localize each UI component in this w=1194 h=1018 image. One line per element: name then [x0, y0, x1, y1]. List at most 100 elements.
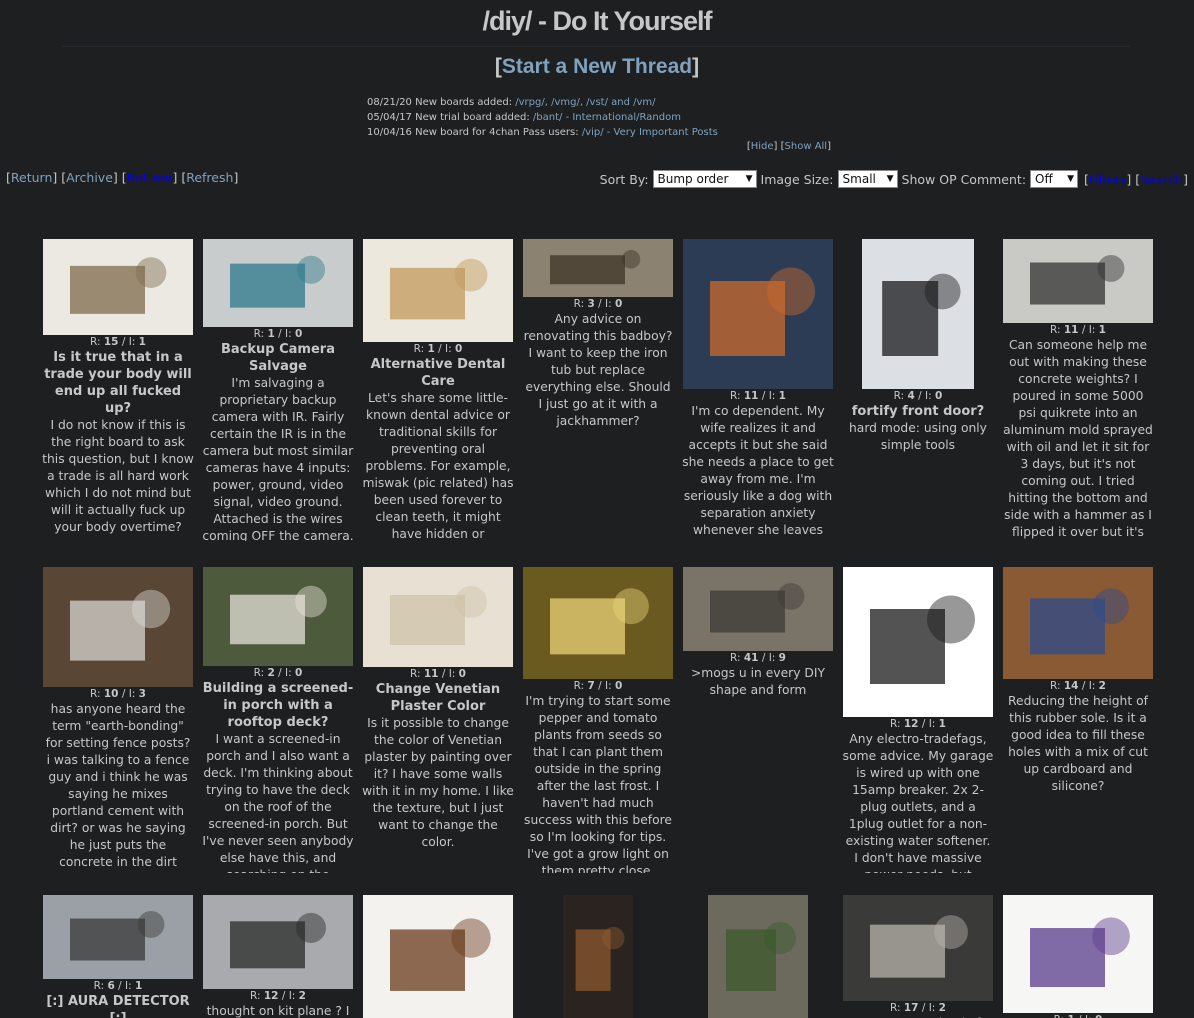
thread-stats: R: 4 / I: 0	[893, 390, 943, 402]
image-count: 2	[1098, 680, 1106, 692]
image-count: 0	[458, 668, 466, 680]
news-date: 08/21/20	[367, 97, 412, 108]
news-toggle: [Hide] [Show All]	[746, 141, 831, 152]
show-all-news-link[interactable]: Show All	[785, 141, 828, 152]
thread-thumbnail[interactable]	[203, 239, 353, 327]
thread-stats: R: 6 / I: 1	[93, 980, 143, 992]
thread-thumbnail[interactable]	[523, 239, 673, 297]
reply-count: 2	[267, 667, 275, 679]
thread-card[interactable]: R: 1 / I: 0 Alternative Dental Care Let's …	[362, 239, 514, 541]
new-thread-container: [Start a New Thread]	[0, 55, 1194, 79]
reply-count: 12	[263, 990, 279, 1002]
thread-card[interactable]	[682, 895, 834, 1018]
reply-count: 11	[1063, 324, 1079, 336]
image-count: 2	[298, 990, 306, 1002]
news-item: 08/21/20 New boards added: /vrpg/, /vmg/…	[367, 95, 837, 110]
thread-thumbnail[interactable]	[43, 567, 193, 687]
image-count: 1	[135, 980, 143, 992]
news-text: New boards added:	[415, 97, 516, 108]
thread-card[interactable]: R: 12 / I: 1 Any electro-tradefags, some …	[842, 567, 994, 873]
thread-teaser: Any advice on renovating this badboy? I …	[523, 312, 673, 428]
news-link[interactable]: /vip/ - Very Important Posts	[582, 127, 718, 138]
thread-stats: R: 11 / I: 0	[410, 668, 466, 680]
archive-link[interactable]: Archive	[66, 170, 113, 185]
reply-count: 6	[107, 980, 115, 992]
image-count: 0	[455, 343, 463, 355]
thread-stats: R: 15 / I: 1	[90, 336, 146, 348]
image-count: 2	[938, 1002, 946, 1014]
thread-card[interactable]: R: 11 / I: 1 I'm co dependent. My wife re…	[682, 239, 834, 541]
reply-count: 11	[423, 668, 439, 680]
thread-card[interactable]: R: 7 / I: 0 I'm trying to start some pepp…	[522, 567, 674, 873]
search-link[interactable]: Search	[1140, 172, 1183, 187]
thread-card[interactable]: R: 17 / I: 2I start as a mechanic for	[842, 895, 994, 1018]
start-new-thread-link[interactable]: Start a New Thread	[502, 55, 692, 78]
bottom-link[interactable]: Bottom	[127, 170, 173, 185]
bracket-open: [	[494, 55, 502, 78]
dropdown-arrow-icon: ▼	[745, 174, 753, 184]
thread-subject: Building a screened-in porch with a roof…	[202, 681, 354, 730]
filters-link[interactable]: Filters	[1089, 172, 1126, 187]
thread-thumbnail[interactable]	[1003, 567, 1153, 679]
thread-thumbnail[interactable]	[843, 895, 993, 1001]
catalog-controls: Sort By: Bump order ▼ Image Size: Small ▼ …	[599, 170, 1188, 188]
thread-thumbnail[interactable]	[862, 239, 974, 389]
dropdown-arrow-icon: ▼	[886, 174, 894, 184]
image-count: 0	[295, 328, 303, 340]
thread-thumbnail[interactable]	[363, 567, 513, 667]
hide-news-link[interactable]: Hide	[751, 141, 774, 152]
reply-count: 14	[1063, 680, 1079, 692]
thread-card[interactable]: R: 2 / I: 0 Building a screened-in porch …	[202, 567, 354, 873]
thread-thumbnail[interactable]	[708, 895, 808, 1018]
image-count: 0	[615, 680, 623, 692]
op-comment-select[interactable]: Off ▼	[1030, 170, 1079, 188]
thread-thumbnail[interactable]	[363, 239, 513, 342]
thread-card[interactable]: R: 6 / I: 1[:] AURA DETECTOR [:]I MADE I…	[42, 895, 194, 1018]
thread-thumbnail[interactable]	[43, 239, 193, 335]
thread-card[interactable]	[362, 895, 514, 1018]
thread-card[interactable]: R: 10 / I: 3 has anyone heard the term "e…	[42, 567, 194, 873]
catalog-nav: [Return] [Archive] [Bottom] [Refresh]	[6, 170, 239, 185]
thread-thumbnail[interactable]	[1003, 239, 1153, 323]
thread-thumbnail[interactable]	[203, 895, 353, 989]
thread-card[interactable]: R: 14 / I: 2 Reducing the height of this …	[1002, 567, 1154, 873]
image-count: 1	[938, 718, 946, 730]
thread-thumbnail[interactable]	[363, 895, 513, 1018]
thread-subject: [:] AURA DETECTOR [:]	[46, 994, 190, 1018]
thread-stats: R: 1 / I: 0	[1002, 1014, 1154, 1018]
thread-card[interactable]	[522, 895, 674, 1018]
thread-thumbnail[interactable]	[683, 239, 833, 389]
thread-card[interactable]: R: 15 / I: 1 Is it true that in a trade y…	[42, 239, 194, 541]
thread-thumbnail[interactable]	[523, 567, 673, 679]
sort-select[interactable]: Bump order ▼	[652, 170, 757, 188]
sort-value: Bump order	[657, 172, 729, 186]
thread-card[interactable]: R: 4 / I: 0 fortify front door? hard mode:…	[842, 239, 994, 541]
refresh-link[interactable]: Refresh	[186, 170, 233, 185]
thread-card[interactable]: R: 1 / I: 0	[1002, 895, 1154, 1018]
thread-thumbnail[interactable]	[843, 567, 993, 717]
thread-card[interactable]: R: 11 / I: 0 Change Venetian Plaster Colo…	[362, 567, 514, 873]
thread-card[interactable]: R: 11 / I: 1 Can someone help me out with…	[1002, 239, 1154, 541]
thread-teaser: Any electro-tradefags, some advice. My g…	[842, 732, 994, 873]
news-date: 10/04/16	[367, 127, 412, 138]
thread-card[interactable]: R: 3 / I: 0 Any advice on renovating this…	[522, 239, 674, 541]
thread-subject: Change Venetian Plaster Color	[375, 682, 501, 714]
reply-count: 12	[903, 718, 919, 730]
thread-card[interactable]: R: 1 / I: 0 Backup Camera Salvage I'm salv…	[202, 239, 354, 541]
news-link[interactable]: /bant/ - International/Random	[533, 112, 681, 123]
image-count: 0	[295, 667, 303, 679]
thread-teaser: Is it possible to change the color of Ve…	[362, 716, 514, 849]
thread-thumbnail[interactable]	[1003, 895, 1153, 1013]
thread-thumbnail[interactable]	[683, 567, 833, 651]
image-size-label: Image Size:	[760, 171, 834, 187]
image-count: 0	[935, 390, 943, 402]
thread-stats: R: 14 / I: 2	[1050, 680, 1106, 692]
thread-card[interactable]: R: 12 / I: 2 thought on kit plane ? I	[202, 895, 354, 1018]
return-link[interactable]: Return	[11, 170, 52, 185]
news-link[interactable]: /vrpg/, /vmg/, /vst/ and /vm/	[515, 97, 655, 108]
image-size-select[interactable]: Small ▼	[837, 170, 898, 188]
thread-card[interactable]: R: 41 / I: 9 >mogs u in every DIY shape a…	[682, 567, 834, 873]
thread-thumbnail[interactable]	[43, 895, 193, 979]
thread-thumbnail[interactable]	[563, 895, 633, 1018]
thread-thumbnail[interactable]	[203, 567, 353, 666]
